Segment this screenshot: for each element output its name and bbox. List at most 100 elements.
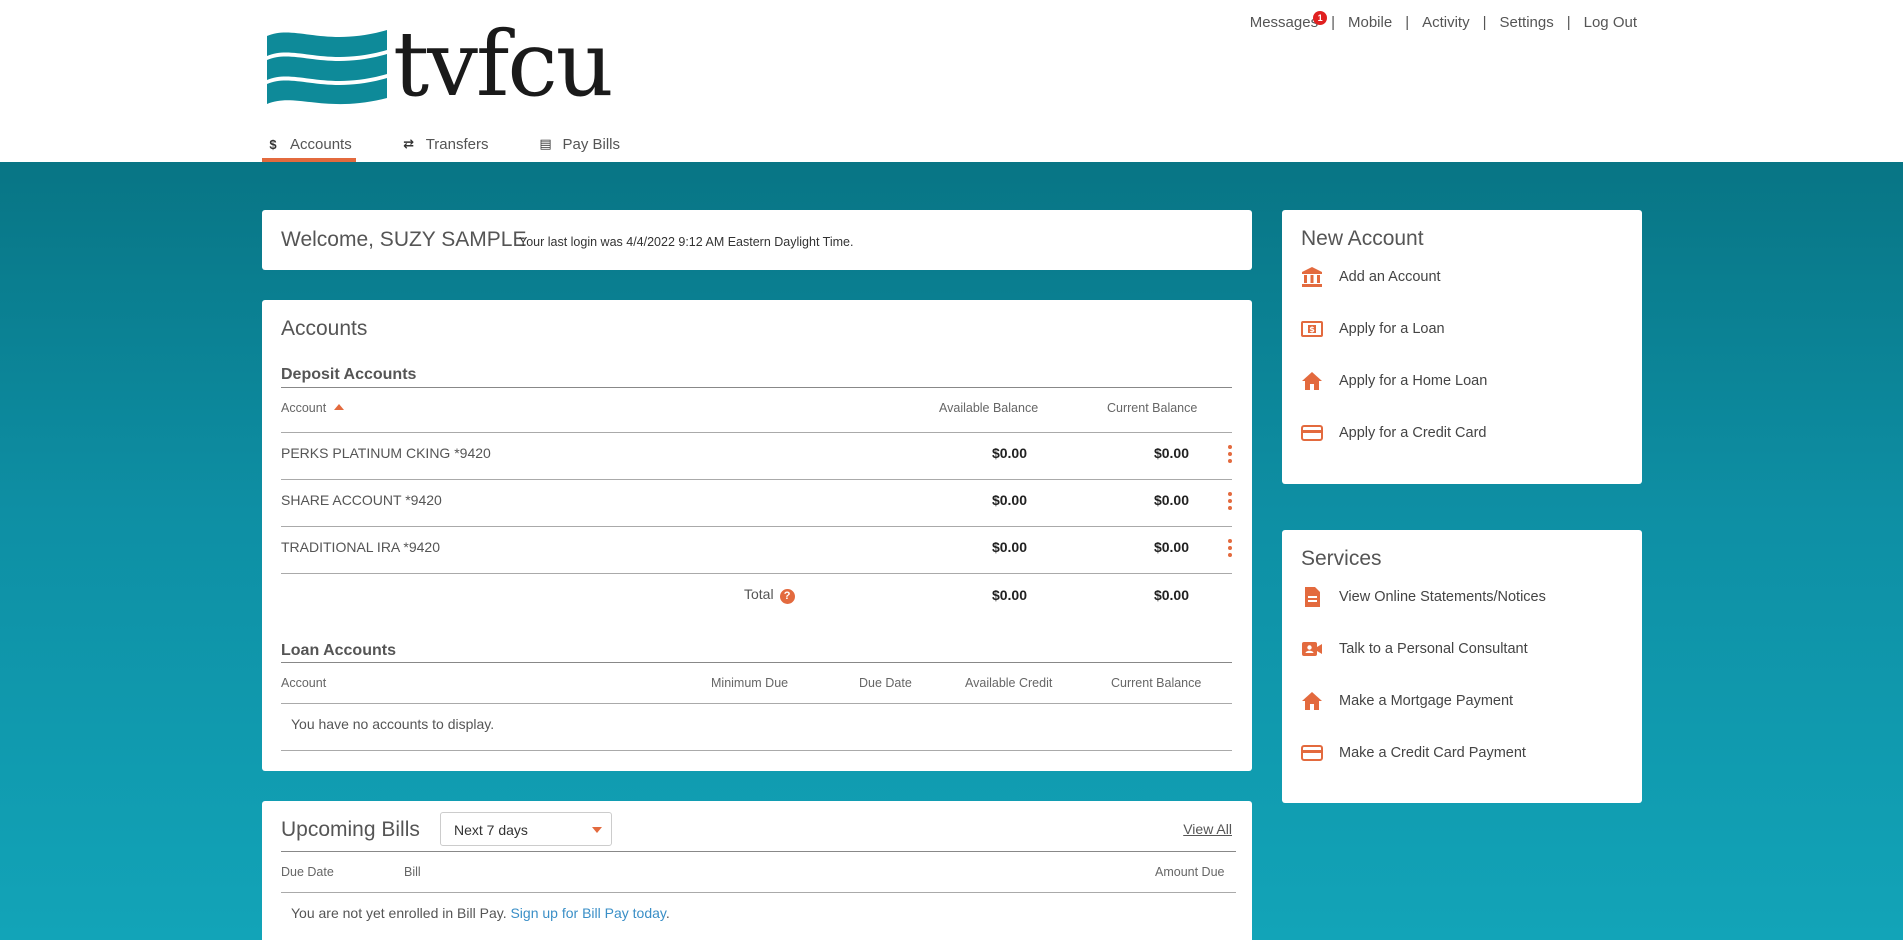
logo-text: tvfcu bbox=[393, 12, 614, 117]
services-title: Services bbox=[1301, 547, 1382, 570]
bills-range-select[interactable]: Next 7 days bbox=[440, 812, 612, 846]
personal-consultant-link[interactable]: Talk to a Personal Consultant bbox=[1301, 638, 1528, 660]
divider bbox=[281, 662, 1232, 663]
divider bbox=[281, 479, 1232, 480]
upcoming-bills-title: Upcoming Bills bbox=[281, 818, 420, 841]
logo[interactable]: tvfcu bbox=[265, 20, 614, 110]
tab-pay-bills-label: Pay Bills bbox=[562, 135, 621, 153]
add-account-label: Add an Account bbox=[1339, 269, 1441, 285]
total-row-label: Total? bbox=[744, 586, 795, 604]
mobile-link[interactable]: Mobile bbox=[1348, 14, 1392, 31]
no-loan-accounts-message: You have no accounts to display. bbox=[291, 716, 495, 732]
apply-credit-card-link[interactable]: Apply for a Credit Card bbox=[1301, 422, 1486, 444]
more-options-icon[interactable] bbox=[1228, 492, 1232, 510]
dropdown-caret-icon bbox=[592, 827, 602, 833]
new-account-card: New Account Add an Account $ Apply for a… bbox=[1282, 210, 1642, 484]
accounts-title: Accounts bbox=[281, 317, 368, 340]
tab-pay-bills[interactable]: ▤ Pay Bills bbox=[535, 126, 625, 162]
divider bbox=[281, 526, 1232, 527]
col-bill-due-date[interactable]: Due Date bbox=[281, 865, 334, 879]
col-current-balance[interactable]: Current Balance bbox=[1107, 401, 1197, 415]
credit-card-payment-link[interactable]: Make a Credit Card Payment bbox=[1301, 742, 1526, 764]
bill-icon: ▤ bbox=[539, 136, 552, 151]
logout-link[interactable]: Log Out bbox=[1584, 14, 1637, 31]
mortgage-payment-link[interactable]: Make a Mortgage Payment bbox=[1301, 690, 1513, 712]
svg-text:$: $ bbox=[1309, 325, 1315, 334]
messages-link[interactable]: Messages 1 bbox=[1249, 11, 1328, 31]
divider bbox=[281, 851, 1236, 852]
waves-logo-icon bbox=[267, 30, 387, 105]
col-account[interactable]: Account bbox=[281, 401, 345, 415]
col-minimum-due[interactable]: Minimum Due bbox=[711, 676, 788, 690]
bank-icon bbox=[1301, 266, 1323, 288]
personal-consultant-label: Talk to a Personal Consultant bbox=[1339, 641, 1528, 657]
home-icon bbox=[1301, 370, 1323, 392]
col-loan-account[interactable]: Account bbox=[281, 676, 326, 690]
tab-accounts[interactable]: $ Accounts bbox=[262, 126, 356, 162]
apply-home-loan-label: Apply for a Home Loan bbox=[1339, 373, 1488, 389]
welcome-title: Welcome, SUZY SAMPLE bbox=[281, 228, 527, 251]
tab-accounts-label: Accounts bbox=[290, 135, 352, 153]
more-options-icon[interactable] bbox=[1228, 539, 1232, 557]
last-login-text: Your last login was 4/4/2022 9:12 AM Eas… bbox=[519, 235, 854, 249]
view-all-bills-link[interactable]: View All bbox=[1183, 821, 1232, 837]
new-account-title: New Account bbox=[1301, 227, 1424, 250]
money-icon: $ bbox=[1301, 318, 1323, 340]
loan-accounts-title: Loan Accounts bbox=[281, 642, 396, 659]
current-balance: $0.00 bbox=[1153, 445, 1189, 461]
divider bbox=[281, 703, 1232, 704]
separator: | bbox=[1405, 14, 1410, 31]
mortgage-payment-label: Make a Mortgage Payment bbox=[1339, 693, 1514, 709]
tab-transfers-label: Transfers bbox=[425, 135, 489, 153]
account-name-link[interactable]: SHARE ACCOUNT *9420 bbox=[281, 492, 442, 508]
divider bbox=[281, 432, 1232, 433]
transfer-arrows-icon: ⇄ bbox=[403, 136, 415, 151]
col-available-credit[interactable]: Available Credit bbox=[965, 676, 1052, 690]
apply-home-loan-link[interactable]: Apply for a Home Loan bbox=[1301, 370, 1487, 392]
welcome-card: Welcome, SUZY SAMPLE Your last login was… bbox=[262, 210, 1252, 270]
divider bbox=[281, 892, 1236, 893]
settings-link[interactable]: Settings bbox=[1500, 14, 1554, 31]
current-balance: $0.00 bbox=[1153, 492, 1189, 508]
divider bbox=[281, 573, 1232, 574]
view-statements-link[interactable]: View Online Statements/Notices bbox=[1301, 586, 1546, 608]
view-statements-label: View Online Statements/Notices bbox=[1339, 589, 1546, 605]
activity-link[interactable]: Activity bbox=[1422, 14, 1470, 31]
dollar-icon: $ bbox=[269, 136, 277, 152]
period-text: . bbox=[665, 905, 670, 921]
apply-loan-label: Apply for a Loan bbox=[1339, 321, 1445, 337]
tab-transfers[interactable]: ⇄ Transfers bbox=[398, 126, 493, 162]
col-bill[interactable]: Bill bbox=[404, 865, 421, 879]
col-loan-current-balance[interactable]: Current Balance bbox=[1111, 676, 1201, 690]
services-card: Services View Online Statements/Notices … bbox=[1282, 530, 1642, 803]
bill-pay-signup-link[interactable]: Sign up for Bill Pay today bbox=[510, 905, 665, 921]
sort-ascending-icon bbox=[334, 404, 345, 410]
total-current-balance: $0.00 bbox=[1153, 587, 1189, 603]
divider bbox=[281, 750, 1232, 751]
home-icon bbox=[1301, 690, 1323, 712]
separator: | bbox=[1331, 14, 1335, 31]
messages-badge: 1 bbox=[1313, 11, 1328, 25]
account-name-link[interactable]: PERKS PLATINUM CKING *9420 bbox=[281, 445, 491, 461]
accounts-card: Accounts Deposit Accounts Account Availa… bbox=[262, 300, 1252, 771]
upcoming-bills-card: Upcoming Bills Next 7 days View All Due … bbox=[262, 801, 1252, 940]
col-due-date[interactable]: Due Date bbox=[859, 676, 912, 690]
credit-card-icon bbox=[1301, 422, 1323, 444]
credit-card-payment-label: Make a Credit Card Payment bbox=[1339, 745, 1526, 761]
apply-loan-link[interactable]: $ Apply for a Loan bbox=[1301, 318, 1445, 340]
available-balance: $0.00 bbox=[991, 539, 1027, 555]
top-nav: Messages 1 | Mobile | Activity | Setting… bbox=[1249, 11, 1637, 31]
document-icon bbox=[1301, 586, 1323, 608]
account-name-link[interactable]: TRADITIONAL IRA *9420 bbox=[281, 539, 440, 555]
deposit-accounts-title: Deposit Accounts bbox=[281, 366, 417, 383]
help-icon[interactable]: ? bbox=[779, 589, 795, 604]
bill-pay-enroll-message: You are not yet enrolled in Bill Pay. Si… bbox=[291, 905, 670, 921]
col-amount-due[interactable]: Amount Due bbox=[1155, 865, 1224, 879]
more-options-icon[interactable] bbox=[1228, 445, 1232, 463]
total-available-balance: $0.00 bbox=[991, 587, 1027, 603]
col-account-label: Account bbox=[281, 401, 327, 415]
add-account-link[interactable]: Add an Account bbox=[1301, 266, 1441, 288]
col-available-balance[interactable]: Available Balance bbox=[939, 401, 1038, 415]
messages-label: Messages bbox=[1249, 14, 1319, 31]
current-balance: $0.00 bbox=[1153, 539, 1189, 555]
